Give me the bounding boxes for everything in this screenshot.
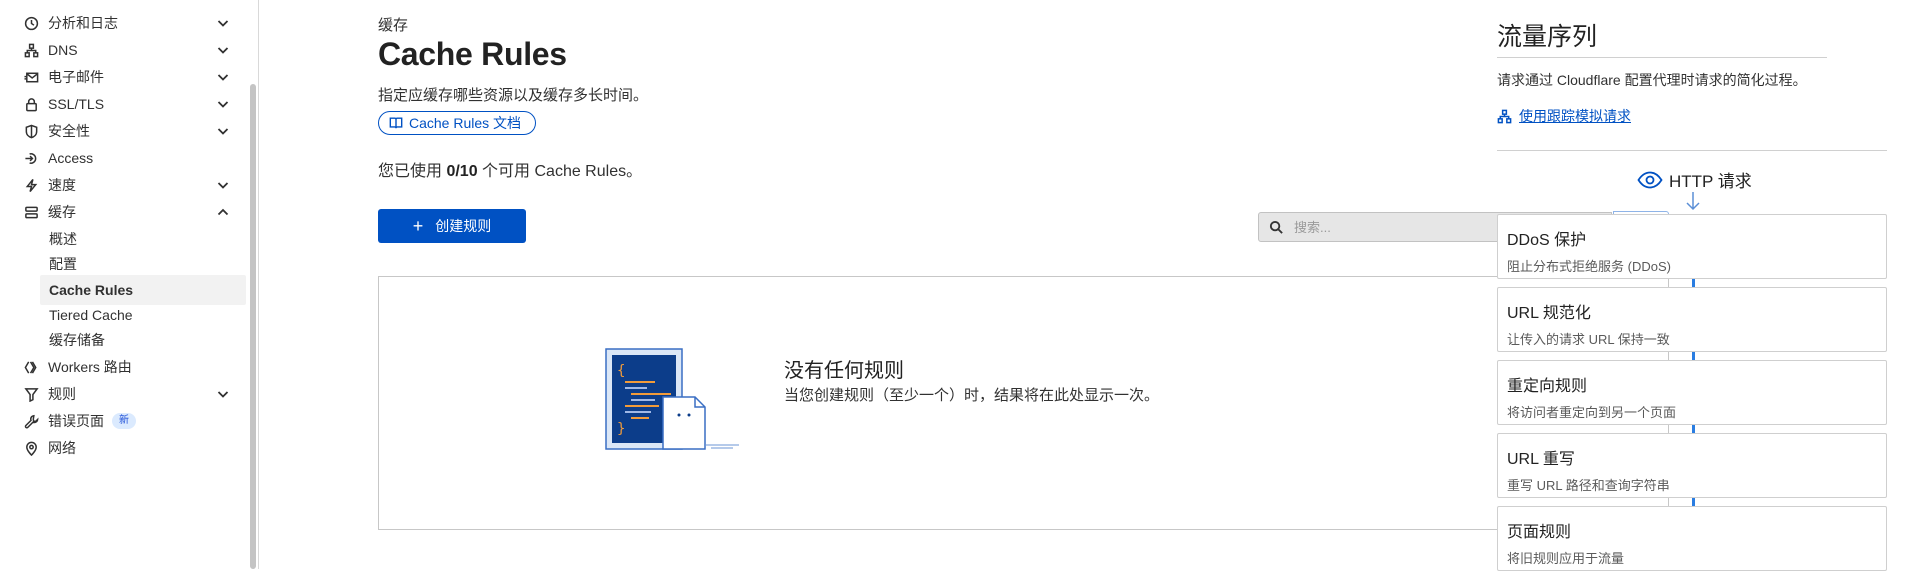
title-divider [1497, 57, 1827, 58]
sidebar-item-label: Workers 路由 [48, 359, 132, 375]
flow-card-description: 让传入的请求 URL 保持一致 [1507, 332, 1670, 347]
sidebar-item-label: 电子邮件 [48, 69, 104, 85]
docs-link-button[interactable]: Cache Rules 文档 [378, 111, 537, 135]
flow-card-title: URL 规范化 [1507, 305, 1591, 322]
chevron-up-icon [216, 205, 230, 219]
empty-rules-panel: { } 没有任何规则 当您创建规则（至少一个）时，结果将在此处显示一次。 [378, 276, 1669, 530]
sidebar-item-security[interactable]: 安全性 [22, 117, 244, 145]
chevron-down-icon [216, 97, 230, 111]
sidebar-item-access[interactable]: Access [22, 144, 244, 172]
lock-icon [22, 95, 40, 113]
sidebar-item-error-pages[interactable]: 错误页面 新 [22, 407, 244, 435]
section-divider [1497, 150, 1887, 151]
flow-card-description: 阻止分布式拒绝服务 (DDoS) [1507, 259, 1671, 274]
create-rule-button[interactable]: + 创建规则 [378, 209, 526, 243]
sidebar-item-cache[interactable]: 缓存 [22, 198, 244, 226]
sidebar-item-workers-routes[interactable]: Workers 路由 [22, 353, 244, 381]
chevron-down-icon [216, 43, 230, 57]
email-icon [22, 68, 40, 86]
traffic-sequence-title: 流量序列 [1497, 23, 1598, 51]
sidebar-item-label: 错误页面 [48, 413, 104, 429]
sidebar-subitem-cache-reserve[interactable]: 缓存储备 [40, 325, 246, 355]
flow-card-title: DDoS 保护 [1507, 232, 1587, 249]
chevron-down-icon [216, 124, 230, 138]
usage-prefix: 您已使用 [378, 163, 447, 180]
new-badge: 新 [112, 413, 136, 429]
flow-card-page-rules[interactable]: 页面规则 将旧规则应用于流量 [1497, 506, 1887, 571]
sidebar-item-email[interactable]: 电子邮件 [22, 63, 244, 91]
plus-icon: + [412, 216, 424, 236]
shield-icon [22, 122, 40, 140]
empty-document-illustration: { } [605, 348, 739, 450]
svg-text:{: { [617, 363, 625, 379]
cache-icon [22, 203, 40, 221]
location-icon [22, 439, 40, 457]
flow-card-description: 重写 URL 路径和查询字符串 [1507, 478, 1670, 493]
trace-network-icon [1497, 109, 1512, 123]
chevron-down-icon [216, 178, 230, 192]
wrench-icon [22, 412, 40, 430]
sidebar: 分析和日志 DNS 电子邮件 SSL/TLS 安全性 Access 速度 缓存 … [0, 0, 259, 569]
main-content: 缓存 Cache Rules 指定应缓存哪些资源以及缓存多长时间。 Cache … [258, 0, 1669, 569]
clock-icon [22, 14, 40, 32]
empty-state-title: 没有任何规则 [784, 360, 904, 382]
sidebar-item-label: Access [48, 150, 94, 166]
flow-card-title: 页面规则 [1507, 524, 1572, 541]
sidebar-item-rules[interactable]: 规则 [22, 380, 244, 408]
sidebar-item-label: SSL/TLS [48, 96, 105, 112]
sidebar-item-dns[interactable]: DNS [22, 36, 244, 64]
flow-card-title: 重定向规则 [1507, 378, 1588, 395]
usage-text: 您已使用 0/10 个可用 Cache Rules。 [378, 157, 642, 181]
sidebar-item-analytics[interactable]: 分析和日志 [22, 9, 244, 37]
usage-count: 0/10 [446, 163, 478, 180]
traffic-sequence-description: 请求通过 Cloudflare 配置代理时请求的简化过程。 [1497, 72, 1807, 88]
chevron-down-icon [216, 387, 230, 401]
eye-icon [1637, 171, 1663, 188]
sidebar-item-network[interactable]: 网络 [22, 434, 244, 462]
page-description: 指定应缓存哪些资源以及缓存多长时间。 [378, 87, 649, 104]
create-rule-label: 创建规则 [435, 218, 492, 234]
sidebar-scrollbar[interactable] [250, 84, 256, 569]
workers-icon [22, 358, 40, 376]
sidebar-item-label: 规则 [48, 386, 76, 402]
flow-card-ddos[interactable]: DDoS 保护 阻止分布式拒绝服务 (DDoS) [1497, 214, 1887, 279]
http-request-label: HTTP 请求 [1637, 167, 1752, 192]
trace-link-label: 使用跟踪模拟请求 [1519, 108, 1631, 124]
http-request-text: HTTP 请求 [1669, 172, 1752, 191]
flow-card-description: 将访问者重定向到另一个页面 [1507, 405, 1677, 420]
flow-card-url-rewrite[interactable]: URL 重写 重写 URL 路径和查询字符串 [1497, 433, 1887, 498]
book-icon [389, 117, 403, 129]
svg-text:}: } [617, 421, 625, 437]
network-icon [22, 41, 40, 59]
chevron-down-icon [216, 16, 230, 30]
flow-card-description: 将旧规则应用于流量 [1507, 551, 1625, 566]
access-icon [22, 149, 40, 167]
sidebar-item-speed[interactable]: 速度 [22, 171, 244, 199]
sidebar-item-ssl[interactable]: SSL/TLS [22, 90, 244, 118]
chevron-down-icon [216, 70, 230, 84]
usage-suffix: 个可用 Cache Rules。 [477, 163, 643, 180]
traffic-sequence-panel: 流量序列 请求通过 Cloudflare 配置代理时请求的简化过程。 使用跟踪模… [1497, 0, 1887, 571]
page-title: Cache Rules [378, 36, 567, 72]
empty-state-description: 当您创建规则（至少一个）时，结果将在此处显示一次。 [784, 387, 1160, 404]
breadcrumb: 缓存 [378, 17, 409, 34]
sidebar-item-label: 安全性 [48, 123, 90, 139]
lightning-icon [22, 176, 40, 194]
arrow-down-icon [1685, 191, 1701, 211]
rules-icon [22, 385, 40, 403]
sidebar-item-label: 缓存 [48, 204, 76, 220]
trace-link[interactable]: 使用跟踪模拟请求 [1497, 106, 1631, 126]
flow-card-url-normalization[interactable]: URL 规范化 让传入的请求 URL 保持一致 [1497, 287, 1887, 352]
flow-card-redirect-rules[interactable]: 重定向规则 将访问者重定向到另一个页面 [1497, 360, 1887, 425]
sidebar-item-label: 分析和日志 [48, 15, 118, 31]
sidebar-item-label: 网络 [48, 440, 76, 456]
search-icon [1269, 220, 1283, 234]
sidebar-item-label: DNS [48, 42, 78, 58]
docs-link-label: Cache Rules 文档 [409, 115, 522, 131]
sidebar-item-label: 速度 [48, 177, 76, 193]
flow-card-title: URL 重写 [1507, 451, 1575, 468]
